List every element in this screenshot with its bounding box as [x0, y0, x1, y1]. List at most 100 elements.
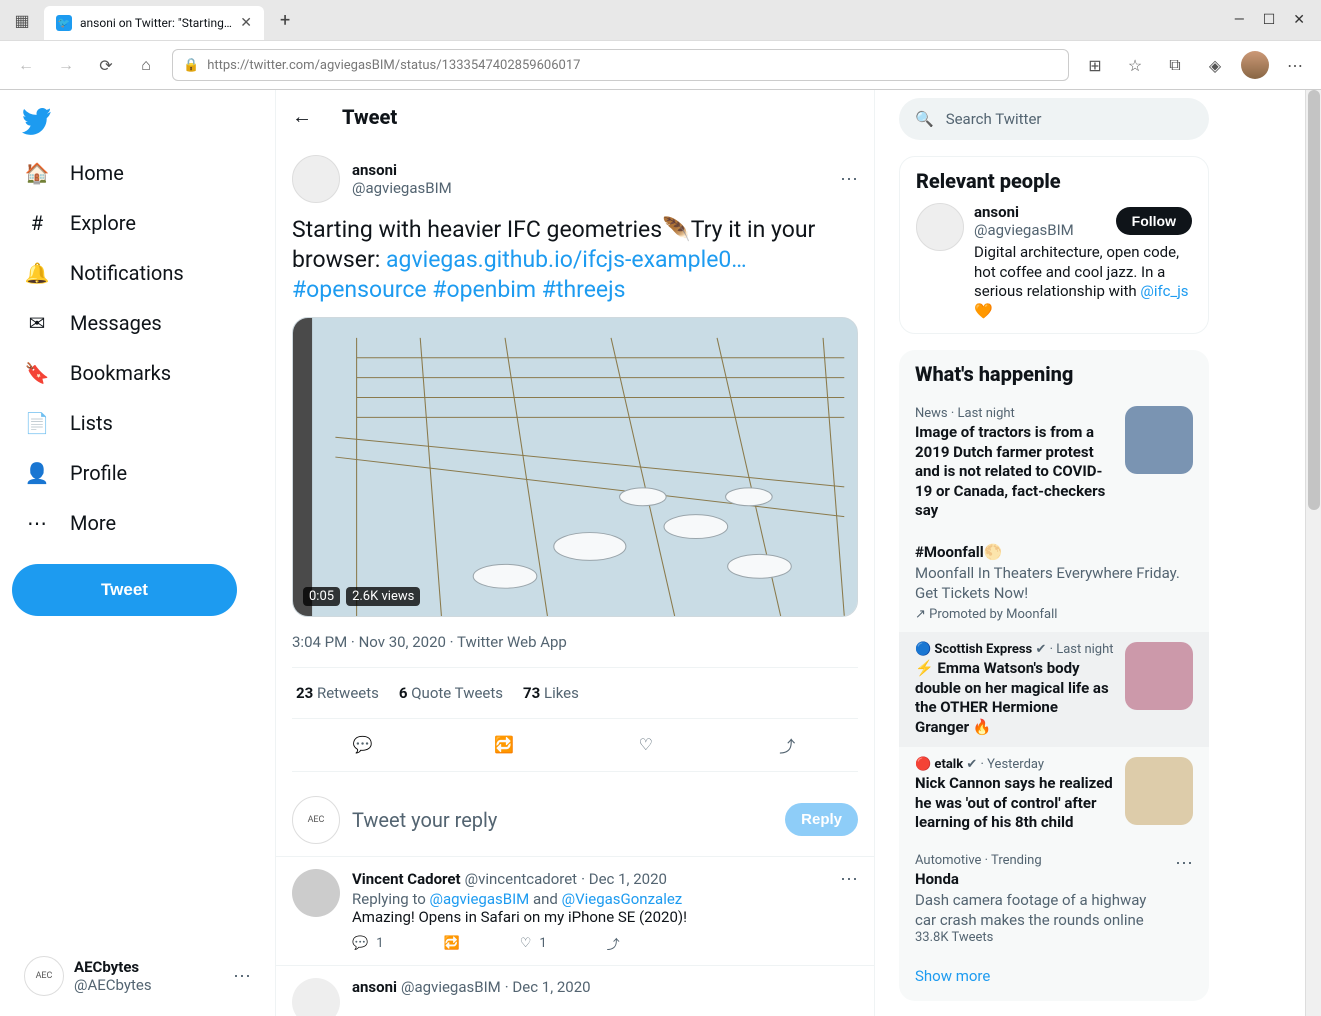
menu-button[interactable]: ⋯ [1281, 51, 1309, 79]
reply-item[interactable]: ansoni @agviegasBIM · Dec 1, 2020 [276, 966, 874, 1016]
mention-link[interactable]: @agviegasBIM [429, 890, 529, 908]
relevant-avatar[interactable] [916, 203, 964, 251]
hashtag-opensource[interactable]: #opensource [292, 276, 427, 303]
lock-icon: 🔒 [183, 58, 199, 73]
hashtag-threejs[interactable]: #threejs [542, 276, 626, 303]
reply-avatar[interactable] [292, 978, 340, 1016]
relevant-handle[interactable]: @agviegasBIM [974, 221, 1108, 239]
reply-submit-button[interactable]: Reply [785, 803, 858, 836]
relevant-bio: Digital architecture, open code, hot cof… [974, 243, 1192, 321]
reply-date: · Dec 1, 2020 [505, 978, 591, 996]
bio-link[interactable]: @ifc_js [1140, 282, 1188, 300]
account-avatar: AEC [24, 956, 64, 996]
relevant-name[interactable]: ansoni [974, 203, 1108, 221]
tweet-actions: 💬 🔁 ♡ ⤴ [292, 719, 858, 772]
forward-button[interactable]: → [52, 51, 80, 79]
mention-link[interactable]: @ViegasGonzalez [562, 890, 683, 908]
nav-lists[interactable]: 📄Lists [12, 398, 263, 448]
reply-reply-button[interactable]: 💬 1 [352, 934, 384, 953]
scrollbar-thumb[interactable] [1308, 90, 1320, 510]
tweet-timestamp[interactable]: 3:04 PM · Nov 30, 2020 · Twitter Web App [292, 633, 858, 651]
nav-home[interactable]: 🏠Home [12, 148, 263, 198]
account-more-icon[interactable]: ⋯ [233, 966, 251, 987]
tweet-link[interactable]: agviegas.github.io/ifcjs-example0… [386, 246, 747, 273]
search-input[interactable]: 🔍 Search Twitter [899, 98, 1209, 140]
trend-thumbnail [1125, 757, 1193, 825]
profile-avatar[interactable] [1241, 51, 1269, 79]
main-column: ← Tweet ansoni @agviegasBIM ⋯ Starting w… [275, 90, 875, 1016]
reply-compose: AEC Tweet your reply Reply [276, 784, 874, 857]
tab-actions-icon[interactable]: ▦ [8, 6, 36, 34]
account-name: AECbytes [74, 958, 152, 976]
reply-share-button[interactable]: ⤴ [607, 934, 620, 953]
nav-bookmarks[interactable]: 🔖Bookmarks [12, 348, 263, 398]
reply-avatar[interactable] [292, 869, 340, 917]
reply-like-button[interactable]: ♡ 1 [520, 934, 547, 953]
reply-retweet-button[interactable]: 🔁 [444, 934, 460, 953]
reply-item[interactable]: Vincent Cadoret @vincentcadoret · Dec 1,… [276, 857, 874, 966]
right-sidebar: 🔍 Search Twitter Relevant people ansoni … [875, 90, 1225, 1016]
nav-profile[interactable]: 👤Profile [12, 448, 263, 498]
show-more-link[interactable]: Show more [915, 955, 1193, 989]
author-handle[interactable]: @agviegasBIM [352, 179, 452, 197]
reply-author-name[interactable]: ansoni [352, 978, 397, 996]
refresh-button[interactable]: ⟳ [92, 51, 120, 79]
trend-thumbnail [1125, 406, 1193, 474]
home-button[interactable]: ⌂ [132, 51, 160, 79]
reply-author-handle[interactable]: @agviegasBIM [401, 978, 501, 996]
nav-explore[interactable]: #Explore [12, 198, 263, 248]
screenshot-icon[interactable]: ◈ [1201, 51, 1229, 79]
trend-item[interactable]: News · Last night Image of tractors is f… [915, 396, 1193, 531]
back-arrow-button[interactable]: ← [292, 104, 312, 129]
relevant-title: Relevant people [916, 169, 1192, 193]
reply-button[interactable]: 💬 [345, 727, 381, 763]
favorites-icon[interactable]: ☆ [1121, 51, 1149, 79]
tweet-more-button[interactable]: ⋯ [840, 169, 858, 190]
trend-thumbnail [1125, 642, 1193, 710]
new-tab-button[interactable]: + [272, 6, 298, 35]
quotes-stat[interactable]: 6 Quote Tweets [399, 684, 503, 702]
retweet-button[interactable]: 🔁 [486, 727, 522, 763]
media-render [293, 318, 857, 616]
mail-icon: ✉ [24, 310, 50, 336]
trend-item[interactable]: 🔴 etalk ✔ · Yesterday Nick Cannon says h… [915, 747, 1193, 843]
reply-date: · Dec 1, 2020 [581, 870, 667, 888]
browser-tab[interactable]: 🐦 ansoni on Twitter: "Starting with ✕ [44, 6, 264, 40]
hashtag-openbim[interactable]: #openbim [432, 276, 536, 303]
maximize-button[interactable]: ☐ [1263, 12, 1276, 28]
twitter-logo[interactable] [12, 98, 62, 148]
retweets-stat[interactable]: 23 Retweets [296, 684, 379, 702]
address-bar[interactable]: 🔒 https://twitter.com/agviegasBIM/status… [172, 49, 1069, 81]
nav-messages[interactable]: ✉Messages [12, 298, 263, 348]
tweet-stats: 23 Retweets 6 Quote Tweets 73 Likes [292, 667, 858, 719]
extensions-icon[interactable]: ⊞ [1081, 51, 1109, 79]
collections-icon[interactable]: ⧉ [1161, 51, 1189, 79]
account-switcher[interactable]: AEC AECbytes @AECbytes ⋯ [12, 944, 263, 1008]
trend-item-promoted[interactable]: #Moonfall🌕 Moonfall In Theaters Everywhe… [915, 531, 1193, 633]
trend-item[interactable]: 🔵 Scottish Express ✔ · Last night ⚡ Emma… [899, 632, 1209, 747]
reply-author-name[interactable]: Vincent Cadoret [352, 870, 461, 888]
nav-notifications[interactable]: 🔔Notifications [12, 248, 263, 298]
nav-more[interactable]: ⋯More [12, 498, 263, 548]
author-name[interactable]: ansoni [352, 161, 452, 179]
home-icon: 🏠 [24, 160, 50, 186]
scrollbar[interactable] [1305, 90, 1321, 1016]
share-button[interactable]: ⤴ [769, 727, 805, 763]
follow-button[interactable]: Follow [1116, 207, 1192, 235]
happening-title: What's happening [915, 362, 1193, 386]
close-window-button[interactable]: ✕ [1293, 12, 1305, 28]
reply-author-handle[interactable]: @vincentcadoret [465, 870, 578, 888]
likes-stat[interactable]: 73 Likes [523, 684, 579, 702]
trend-more-button[interactable]: ⋯ [1175, 853, 1193, 946]
tweet-media[interactable]: 0:05 2.6K views [292, 317, 858, 617]
close-tab-icon[interactable]: ✕ [240, 15, 252, 31]
back-button[interactable]: ← [12, 51, 40, 79]
like-button[interactable]: ♡ [628, 727, 664, 763]
compose-tweet-button[interactable]: Tweet [12, 564, 237, 616]
reply-input[interactable]: Tweet your reply [352, 808, 773, 832]
author-avatar[interactable] [292, 155, 340, 203]
trend-item[interactable]: Automotive · Trending Honda Dash camera … [915, 843, 1193, 956]
reply-more-button[interactable]: ⋯ [840, 869, 858, 890]
minimize-button[interactable]: — [1234, 12, 1245, 28]
reply-text: Amazing! Opens in Safari on my iPhone SE… [352, 908, 858, 926]
